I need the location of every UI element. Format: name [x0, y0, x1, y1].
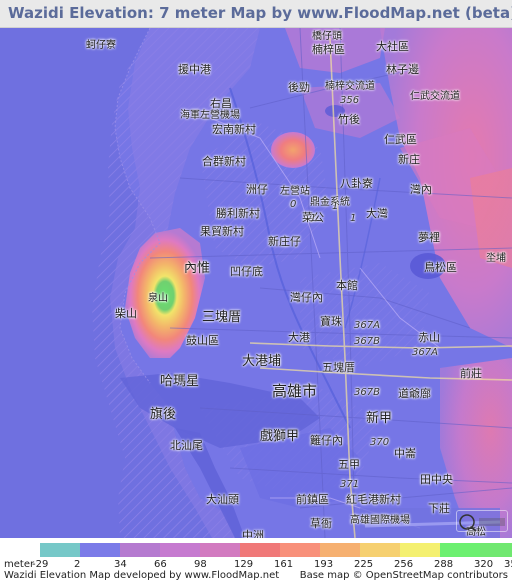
place-label: 洲仔 — [246, 183, 268, 196]
place-label: 合群新村 — [202, 155, 246, 168]
road-label: 367A — [354, 320, 380, 331]
legend-swatch — [200, 543, 240, 557]
place-label: 大汕頭 — [206, 493, 239, 506]
legend-swatch — [280, 543, 320, 557]
road-label: 1 — [350, 213, 357, 224]
place-label: 仁武交流道 — [410, 91, 460, 102]
place-label: 大港埔 — [242, 354, 282, 369]
place-label: 泉山 — [148, 293, 168, 304]
place-label: 前鎮區 — [296, 493, 329, 506]
place-label: 本館 — [336, 279, 358, 292]
place-label: 內惟 — [184, 261, 211, 276]
legend-swatch — [40, 543, 80, 557]
place-label: 北汕尾 — [170, 439, 203, 452]
place-label: 高雄市 — [272, 382, 318, 400]
road-label: 367A — [412, 347, 438, 358]
place-label: 中崙 — [394, 447, 416, 460]
place-label: 橋仔頭 — [312, 31, 342, 42]
road-label: 356 — [340, 95, 360, 106]
place-label: 援中港 — [178, 63, 211, 76]
map-title: Wazidi Elevation: 7 meter Map by www.Flo… — [8, 4, 512, 22]
place-label: 大灣 — [366, 207, 388, 220]
place-label: 大社區 — [376, 40, 409, 53]
elevation-legend: meter-292346698129161193225256288320352 — [0, 540, 512, 570]
place-label: 八卦寮 — [340, 177, 373, 190]
place-label: 柴山 — [115, 307, 137, 320]
place-label: 右昌 — [210, 97, 232, 110]
openstreetmap-logo — [456, 510, 508, 532]
road-label: 0 — [290, 199, 297, 210]
road-label: 1 — [332, 201, 339, 212]
road-label: 367B — [354, 336, 380, 347]
place-label: 新甲 — [366, 411, 393, 426]
legend-swatch — [240, 543, 280, 557]
place-label: 前莊 — [460, 367, 482, 380]
place-label: 灣仔內 — [290, 291, 323, 304]
place-label: 田中央 — [420, 473, 453, 486]
place-label: 後勁 — [288, 81, 310, 94]
place-label: 五甲 — [338, 458, 360, 471]
road-label: 1 — [310, 213, 317, 224]
road-label: 367B — [354, 387, 380, 398]
footer-attribution: Base map © OpenStreetMap contributors — [299, 570, 508, 581]
place-label: 宏南新村 — [212, 123, 256, 136]
title-bar: Wazidi Elevation: 7 meter Map by www.Flo… — [0, 0, 512, 28]
legend-swatch — [120, 543, 160, 557]
place-label: 下莊 — [428, 502, 450, 515]
place-label: 草衙 — [310, 517, 332, 530]
place-label: 道爺廍 — [398, 387, 431, 400]
place-label: 蚵仔寮 — [86, 40, 116, 51]
elevation-map[interactable]: 蚵仔寮 橋仔頭 楠梓區 大社區 援中港 後勁 林子邊 楠梓交流道 仁武交流道 右… — [0, 28, 512, 538]
place-label: 紅毛港新村 — [346, 493, 401, 506]
place-label: 楠梓區 — [312, 43, 345, 56]
place-label: 夢裡 — [418, 231, 440, 244]
place-label: 竹後 — [338, 113, 360, 126]
place-label: 戲獅甲 — [260, 429, 300, 444]
place-label: 大港 — [288, 331, 310, 344]
place-label: 中洲 — [242, 529, 264, 538]
place-label: 林子邊 — [386, 63, 419, 76]
legend-swatch — [80, 543, 120, 557]
openstreetmap-icon — [459, 514, 505, 532]
place-label: 新庄仔 — [268, 235, 301, 248]
place-label: 赤山 — [418, 331, 440, 344]
legend-swatch — [440, 543, 480, 557]
place-label: 灣內 — [410, 183, 432, 196]
footer: Wazidi Elevation Map developed by www.Fl… — [0, 569, 512, 582]
legend-swatch — [360, 543, 400, 557]
legend-swatch — [160, 543, 200, 557]
legend-swatch — [480, 543, 512, 557]
legend-swatch — [400, 543, 440, 557]
road-label: 370 — [370, 437, 390, 448]
place-label: 果貿新村 — [200, 225, 244, 238]
place-label: 旗後 — [150, 407, 177, 422]
place-label: 凹仔底 — [230, 265, 263, 278]
place-label: 籬仔內 — [310, 434, 343, 447]
place-label: 仁武區 — [384, 133, 417, 146]
place-label: 五塊厝 — [322, 361, 355, 374]
road-label: 371 — [340, 479, 360, 490]
place-label: 坔埔 — [486, 253, 506, 264]
place-label: 鼓山區 — [186, 334, 219, 347]
place-label: 勝利新村 — [216, 207, 260, 220]
place-label: 左營站 — [280, 186, 310, 197]
place-label: 哈瑪星 — [160, 374, 200, 389]
place-label: 鼎金系統 — [310, 197, 350, 208]
place-label: 海軍左營機場 — [180, 110, 240, 121]
place-label: 寶珠 — [320, 315, 342, 328]
place-label: 高雄國際機場 — [350, 515, 410, 526]
place-label: 三塊厝 — [202, 310, 242, 325]
place-label: 鳥松區 — [424, 261, 457, 274]
place-label: 新庄 — [398, 153, 420, 166]
footer-credit: Wazidi Elevation Map developed by www.Fl… — [4, 570, 280, 581]
place-label: 楠梓交流道 — [325, 81, 375, 92]
map-canvas — [0, 28, 512, 538]
legend-swatch — [320, 543, 360, 557]
